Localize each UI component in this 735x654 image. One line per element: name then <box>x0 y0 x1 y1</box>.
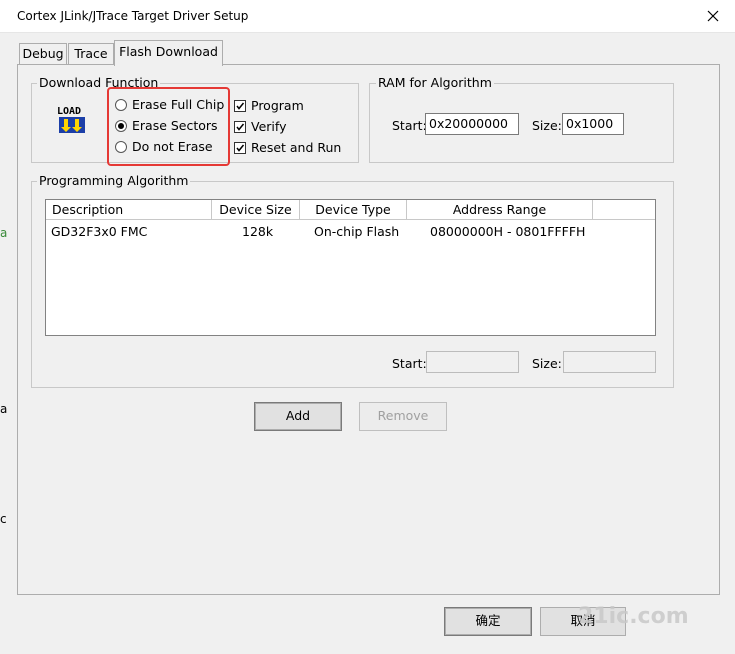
program-label[interactable]: Program <box>251 98 304 113</box>
column-header-description[interactable]: Description <box>46 200 212 220</box>
algorithm-start-label: Start: <box>392 356 427 371</box>
row-description: GD32F3x0 FMC <box>51 224 148 239</box>
row-device-type: On-chip Flash <box>314 224 400 239</box>
title-bar: Cortex JLink/JTrace Target Driver Setup <box>0 0 735 33</box>
close-icon <box>707 10 719 22</box>
column-header-device-type[interactable]: Device Type <box>300 200 407 220</box>
column-header-address-range[interactable]: Address Range <box>407 200 593 220</box>
reset-and-run-label[interactable]: Reset and Run <box>251 140 341 155</box>
tab-flash-download[interactable]: Flash Download <box>114 40 223 66</box>
ram-start-input[interactable]: 0x20000000 <box>425 113 519 135</box>
algorithm-start-input[interactable] <box>426 351 519 373</box>
programming-algorithm-title: Programming Algorithm <box>37 173 191 188</box>
checkmark-icon <box>236 144 245 152</box>
table-row[interactable]: GD32F3x0 FMC 128k On-chip Flash 08000000… <box>46 220 655 240</box>
watermark-logo: 21ic.com <box>578 604 689 629</box>
background-text-fragment: c <box>0 512 7 526</box>
algorithm-size-input[interactable] <box>563 351 656 373</box>
checkmark-icon <box>236 123 245 131</box>
add-button[interactable]: Add <box>254 402 342 431</box>
annotation-highlight-box <box>107 87 230 166</box>
tab-debug[interactable]: Debug <box>19 43 67 65</box>
column-header-empty <box>593 200 655 220</box>
background-text-fragment: a <box>0 402 8 416</box>
column-header-device-size[interactable]: Device Size <box>212 200 300 220</box>
load-icon: LOAD <box>56 103 90 135</box>
reset-and-run-checkbox[interactable] <box>234 142 246 154</box>
ram-size-input[interactable]: 0x1000 <box>562 113 624 135</box>
window-title: Cortex JLink/JTrace Target Driver Setup <box>17 9 249 23</box>
ram-size-label: Size: <box>532 118 562 133</box>
algorithm-table[interactable]: Description Device Size Device Type Addr… <box>45 199 656 336</box>
ram-start-label: Start: <box>392 118 427 133</box>
algorithm-size-label: Size: <box>532 356 562 371</box>
checkmark-icon <box>236 102 245 110</box>
program-checkbox[interactable] <box>234 100 246 112</box>
row-address-range: 08000000H - 0801FFFFH <box>430 224 586 239</box>
background-text-fragment: a <box>0 226 8 240</box>
verify-label[interactable]: Verify <box>251 119 286 134</box>
svg-text:LOAD: LOAD <box>57 106 81 117</box>
ram-for-algorithm-title: RAM for Algorithm <box>376 75 494 90</box>
close-button[interactable] <box>700 4 726 28</box>
ok-button[interactable]: 确定 <box>444 607 532 636</box>
tab-trace[interactable]: Trace <box>68 43 114 65</box>
verify-checkbox[interactable] <box>234 121 246 133</box>
row-device-size: 128k <box>242 224 274 239</box>
remove-button[interactable]: Remove <box>359 402 447 431</box>
